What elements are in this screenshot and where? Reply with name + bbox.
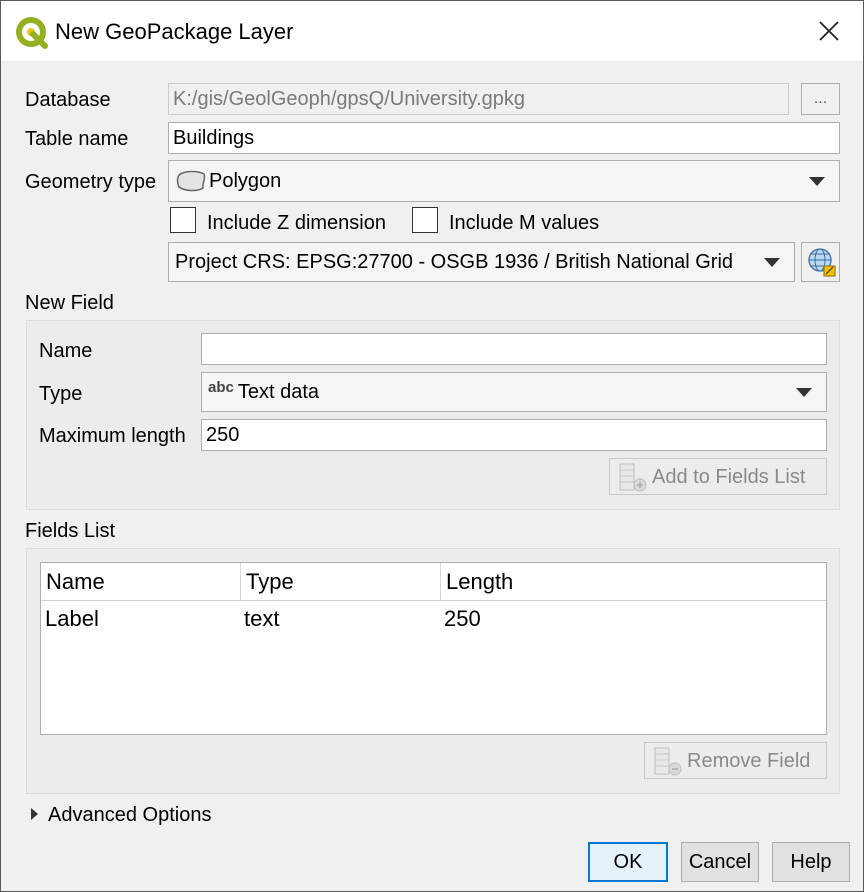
max-length-input[interactable]: 250 [201, 419, 827, 451]
add-field-icon [619, 463, 647, 491]
row-type-cell: text [244, 606, 280, 631]
add-to-fields-list-button[interactable]: Add to Fields List [609, 458, 827, 495]
field-name-input[interactable] [201, 333, 827, 365]
crs-select[interactable]: Project CRS: EPSG:27700 - OSGB 1936 / Br… [168, 242, 795, 282]
browse-button[interactable]: ... [801, 83, 840, 115]
field-type-select[interactable]: abc Text data [201, 372, 827, 412]
close-icon [819, 21, 839, 41]
geometry-type-select[interactable]: Polygon [168, 160, 840, 202]
include-z-label: Include Z dimension [207, 212, 386, 234]
table-name-label: Table name [25, 128, 129, 150]
close-button[interactable] [795, 1, 863, 61]
include-m-label: Include M values [449, 212, 600, 234]
chevron-down-icon [764, 258, 780, 267]
geometry-type-label: Geometry type [25, 171, 157, 193]
ok-button[interactable]: OK [588, 842, 668, 882]
geometry-type-value: Polygon [209, 170, 282, 192]
fields-list-section-label: Fields List [25, 520, 116, 542]
table-name-input[interactable]: Buildings [168, 122, 840, 154]
field-type-value: Text data [237, 381, 320, 403]
row-length-cell: 250 [444, 606, 481, 631]
text-type-icon: abc [208, 379, 234, 396]
globe-icon [807, 248, 835, 277]
field-name-label: Name [39, 340, 93, 362]
max-length-label: Maximum length [39, 425, 186, 447]
chevron-down-icon [796, 388, 812, 397]
expand-arrow-icon[interactable] [31, 808, 38, 820]
crs-selector-button[interactable] [801, 242, 840, 282]
new-geopackage-layer-dialog: New GeoPackage Layer Database K:/gis/Geo… [0, 0, 864, 892]
cancel-button[interactable]: Cancel [681, 842, 759, 882]
help-button[interactable]: Help [772, 842, 850, 882]
field-type-label: Type [39, 383, 83, 405]
column-header-type[interactable]: Type [241, 563, 441, 601]
crs-value: Project CRS: EPSG:27700 - OSGB 1936 / Br… [175, 251, 734, 273]
remove-field-button[interactable]: Remove Field [644, 742, 827, 779]
polygon-icon [176, 170, 206, 192]
dialog-title: New GeoPackage Layer [55, 19, 294, 44]
column-header-name[interactable]: Name [41, 563, 241, 601]
column-header-length[interactable]: Length [441, 563, 826, 601]
row-name-cell: Label [45, 606, 99, 631]
qgis-logo-icon [16, 17, 48, 49]
advanced-options-toggle[interactable]: Advanced Options [48, 802, 211, 828]
include-m-checkbox[interactable] [412, 207, 438, 233]
chevron-down-icon [809, 177, 825, 186]
remove-field-label: Remove Field [687, 749, 811, 772]
add-to-fields-list-label: Add to Fields List [652, 465, 806, 488]
new-field-section-label: New Field [25, 292, 114, 314]
remove-field-icon [654, 747, 682, 775]
database-field[interactable]: K:/gis/GeolGeoph/gpsQ/University.gpkg [168, 83, 789, 115]
table-row[interactable]: Label text 250 [41, 605, 826, 635]
fields-table: Name Type Length Label text 250 [40, 562, 827, 735]
database-label: Database [25, 89, 111, 111]
include-z-checkbox[interactable] [170, 207, 196, 233]
title-bar: New GeoPackage Layer [1, 1, 863, 61]
